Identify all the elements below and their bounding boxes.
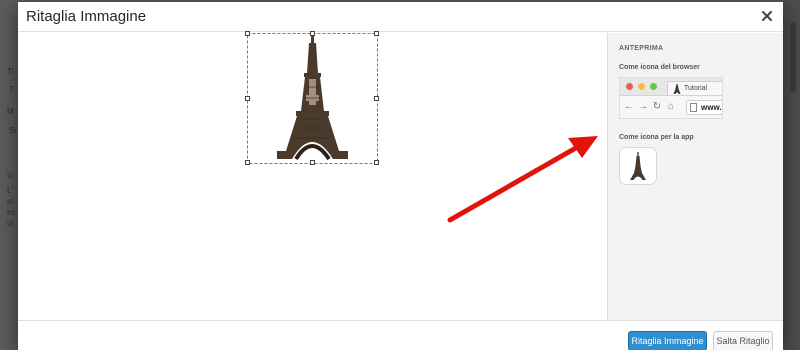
background-text: Ic	[7, 171, 14, 180]
background-text: T	[9, 85, 14, 94]
browser-preview: Tutorial ← → ↻ ⌂ www.	[619, 77, 723, 119]
browser-icon-label: Come icona del browser	[619, 64, 700, 71]
red-arrow-annotation	[447, 136, 598, 223]
background-text: Ti	[7, 67, 14, 76]
crop-handle-bottom-left[interactable]	[245, 160, 250, 165]
crop-handle-top-left[interactable]	[245, 31, 250, 36]
reload-icon: ↻	[652, 101, 662, 112]
window-close-dot-icon	[626, 83, 633, 90]
window-minimize-dot-icon	[638, 83, 645, 90]
crop-handle-right[interactable]	[374, 96, 379, 101]
skip-crop-button[interactable]: Salta Ritaglio	[713, 331, 773, 350]
browser-navbar: ← → ↻ ⌂ www.	[620, 95, 722, 118]
background-text: Si	[9, 126, 17, 135]
background-text: sl	[7, 197, 13, 206]
app-icon-preview	[619, 147, 657, 185]
page-icon	[690, 103, 697, 112]
crop-image-modal: Ritaglia Immagine ANTEPRIMA Come icona d…	[18, 2, 783, 350]
browser-tab: Tutorial	[667, 81, 722, 95]
browser-tab-title: Tutorial	[684, 85, 708, 92]
eiffel-favicon-icon	[673, 84, 681, 94]
modal-title: Ritaglia Immagine	[26, 8, 147, 25]
crop-selection[interactable]	[245, 31, 379, 165]
preview-heading: Anteprima	[619, 45, 664, 52]
url-text: www.	[701, 103, 722, 112]
eiffel-tower-image	[247, 33, 378, 164]
background-scrollbar	[783, 0, 800, 350]
crop-handle-bottom[interactable]	[310, 160, 315, 165]
preview-sidebar: Anteprima Come icona del browser Tutoria…	[607, 33, 783, 320]
window-maximize-dot-icon	[650, 83, 657, 90]
crop-canvas	[18, 31, 607, 320]
crop-handle-bottom-right[interactable]	[374, 160, 379, 165]
eiffel-app-icon	[630, 152, 646, 180]
modal-header: Ritaglia Immagine	[18, 2, 783, 32]
forward-arrow-icon: →	[638, 101, 648, 112]
crop-handle-top-right[interactable]	[374, 31, 379, 36]
crop-image-button[interactable]: Ritaglia Immagine	[628, 331, 707, 350]
app-icon-label: Come icona per la app	[619, 134, 694, 141]
scrollbar-thumb	[790, 22, 796, 92]
background-text: L'	[7, 186, 13, 195]
modal-footer: Ritaglia Immagine Salta Ritaglio	[18, 320, 783, 350]
crop-handle-top[interactable]	[310, 31, 315, 36]
home-icon: ⌂	[667, 101, 675, 112]
background-text: ol	[7, 219, 14, 228]
close-icon[interactable]	[760, 9, 774, 23]
url-bar: www.	[686, 100, 722, 115]
crop-handle-left[interactable]	[245, 96, 250, 101]
background-text: M	[7, 107, 14, 116]
background-text: es	[7, 208, 16, 217]
back-arrow-icon: ←	[624, 101, 634, 112]
